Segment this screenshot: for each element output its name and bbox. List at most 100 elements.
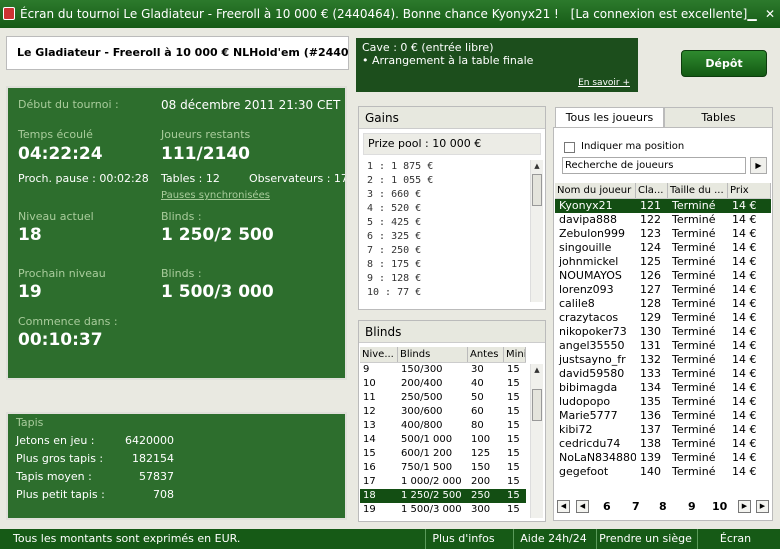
table-cell: 135: [640, 395, 661, 408]
table-row[interactable]: lorenz093 127 Terminé 14 €: [555, 283, 771, 297]
table-row[interactable]: gegefoot 140 Terminé 14 €: [555, 465, 771, 479]
page-number[interactable]: 9: [688, 500, 696, 513]
last-page-icon[interactable]: ▶: [756, 500, 769, 513]
scroll-up-icon[interactable]: ▲: [531, 364, 543, 377]
show-position-checkbox[interactable]: [564, 142, 575, 153]
table-row[interactable]: 14 500/1 000 100 15: [360, 433, 526, 447]
table-row[interactable]: kibi72 137 Terminé 14 €: [555, 423, 771, 437]
currency-note: Tous les montants sont exprimés en EUR.: [13, 532, 241, 545]
table-row[interactable]: david59580 133 Terminé 14 €: [555, 367, 771, 381]
column-header[interactable]: Cla...: [636, 183, 668, 198]
sync-pauses-link[interactable]: Pauses synchronisées: [161, 190, 270, 201]
table-row[interactable]: 15 600/1 200 125 15: [360, 447, 526, 461]
list-item: 5 : 425 €: [367, 217, 422, 228]
table-row[interactable]: NOUMAYOS 126 Terminé 14 €: [555, 269, 771, 283]
table-cell: 14 €: [732, 353, 757, 366]
more-info-button[interactable]: Plus d'infos: [425, 529, 501, 549]
player-search-input[interactable]: Recherche de joueurs: [562, 157, 746, 174]
table-cell: Terminé: [672, 437, 716, 450]
table-cell: nikopoker73: [559, 325, 627, 338]
screen-button[interactable]: Écran: [697, 529, 773, 549]
list-item: 6 : 325 €: [367, 231, 422, 242]
column-header[interactable]: Prix: [728, 183, 771, 198]
column-header[interactable]: Nom du joueur: [555, 183, 636, 198]
next-page-icon[interactable]: ▶: [738, 500, 751, 513]
current-level-value: 18: [18, 225, 42, 245]
table-cell: Terminé: [672, 241, 716, 254]
table-row[interactable]: angel35550 131 Terminé 14 €: [555, 339, 771, 353]
table-row[interactable]: bibimagda 134 Terminé 14 €: [555, 381, 771, 395]
page-number[interactable]: 7: [632, 500, 640, 513]
table-row[interactable]: 19 1 500/3 000 300 15: [360, 503, 526, 517]
table-row[interactable]: Kyonyx21 121 Terminé 14 €: [555, 199, 771, 213]
list-item: 7 : 250 €: [367, 245, 422, 256]
app-logo-icon: [3, 7, 15, 20]
table-cell: Terminé: [672, 409, 716, 422]
scroll-thumb[interactable]: [532, 389, 542, 421]
prev-page-icon[interactable]: ◀: [576, 500, 589, 513]
table-cell: NOUMAYOS: [559, 269, 622, 282]
table-row[interactable]: justsayno_fr 132 Terminé 14 €: [555, 353, 771, 367]
scroll-thumb[interactable]: [532, 174, 542, 206]
table-cell: 40: [471, 378, 484, 389]
table-row[interactable]: crazytacos 129 Terminé 14 €: [555, 311, 771, 325]
take-seat-button[interactable]: Prendre un siège: [596, 529, 694, 549]
table-row[interactable]: johnmickel 125 Terminé 14 €: [555, 255, 771, 269]
table-cell: 400/800: [401, 420, 443, 431]
page-number[interactable]: 10: [712, 500, 727, 513]
page-number[interactable]: 6: [603, 500, 611, 513]
close-icon[interactable]: ✕: [762, 6, 778, 22]
table-row[interactable]: 12 300/600 60 15: [360, 405, 526, 419]
table-cell: 132: [640, 353, 661, 366]
learn-more-link[interactable]: En savoir +: [578, 78, 630, 88]
prizes-scrollbar[interactable]: ▲: [530, 160, 543, 302]
table-row[interactable]: cedricdu74 138 Terminé 14 €: [555, 437, 771, 451]
search-go-icon[interactable]: ▶: [750, 157, 767, 174]
tab-all-players[interactable]: Tous les joueurs: [555, 107, 664, 128]
blinds-scrollbar[interactable]: ▲: [530, 364, 543, 518]
table-row[interactable]: calile8 128 Terminé 14 €: [555, 297, 771, 311]
minimize-icon[interactable]: ▁: [744, 6, 760, 22]
table-row[interactable]: davipa888 122 Terminé 14 €: [555, 213, 771, 227]
column-header[interactable]: Blinds: [398, 347, 468, 362]
column-header[interactable]: Antes: [468, 347, 504, 362]
table-row[interactable]: NoLaN83488040 139 Terminé 14 €: [555, 451, 771, 465]
table-cell: 15: [507, 504, 520, 515]
table-row[interactable]: 13 400/800 80 15: [360, 419, 526, 433]
scroll-up-icon[interactable]: ▲: [531, 160, 543, 173]
table-cell: Terminé: [672, 227, 716, 240]
table-row[interactable]: Marie5777 136 Terminé 14 €: [555, 409, 771, 423]
table-row[interactable]: singouille 124 Terminé 14 €: [555, 241, 771, 255]
column-header[interactable]: Mini: [504, 347, 526, 362]
table-row[interactable]: 18 1 250/2 500 250 15: [360, 489, 526, 503]
deposit-button[interactable]: Dépôt: [681, 50, 767, 77]
elapsed-value: 04:22:24: [18, 144, 103, 164]
help-button[interactable]: Aide 24h/24: [513, 529, 593, 549]
tab-tables[interactable]: Tables: [664, 107, 773, 128]
start-value: 08 décembre 2011 21:30 CET: [161, 98, 341, 112]
players-left-value: 111/2140: [161, 144, 251, 164]
start-label: Début du tournoi :: [18, 98, 119, 111]
column-header[interactable]: Taille du ...: [668, 183, 728, 198]
table-row[interactable]: Zebulon999 123 Terminé 14 €: [555, 227, 771, 241]
table-cell: Zebulon999: [559, 227, 626, 240]
status-bar: Tous les montants sont exprimés en EUR. …: [0, 529, 780, 549]
stacks-title: Tapis: [16, 416, 44, 429]
table-row[interactable]: ludopopo 135 Terminé 14 €: [555, 395, 771, 409]
table-cell: 14 €: [732, 423, 757, 436]
table-row[interactable]: 11 250/500 50 15: [360, 391, 526, 405]
column-header[interactable]: Nive...: [360, 347, 398, 362]
current-level-label: Niveau actuel: [18, 210, 94, 223]
table-row[interactable]: 16 750/1 500 150 15: [360, 461, 526, 475]
table-row[interactable]: nikopoker73 130 Terminé 14 €: [555, 325, 771, 339]
players-tabs: Tous les joueurs Tables: [555, 107, 773, 128]
table-cell: 15: [507, 476, 520, 487]
table-row[interactable]: 10 200/400 40 15: [360, 377, 526, 391]
cave-line: Cave : 0 € (entrée libre): [362, 41, 494, 54]
table-row[interactable]: 9 150/300 30 15: [360, 363, 526, 377]
page-number[interactable]: 8: [659, 500, 667, 513]
table-cell: 150: [471, 462, 491, 473]
table-row[interactable]: 17 1 000/2 000 200 15: [360, 475, 526, 489]
first-page-icon[interactable]: ◀: [557, 500, 570, 513]
table-cell: 11: [363, 392, 376, 403]
